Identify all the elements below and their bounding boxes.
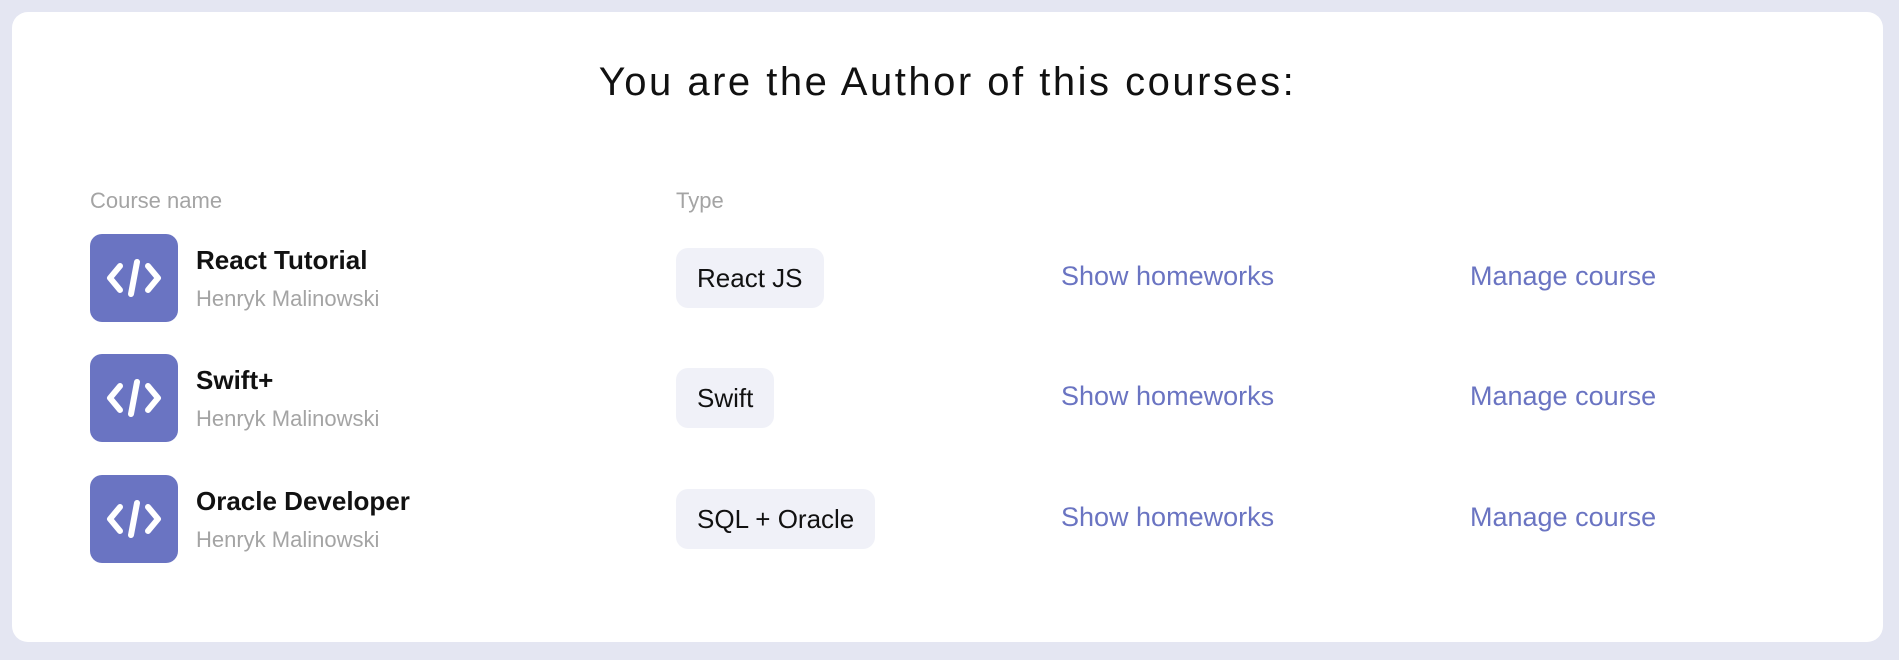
manage-course-link[interactable]: Manage course (1470, 261, 1656, 292)
code-icon (90, 234, 178, 322)
show-homeworks-link[interactable]: Show homeworks (1061, 502, 1274, 533)
manage-course-link[interactable]: Manage course (1470, 381, 1656, 412)
code-icon (90, 475, 178, 563)
column-header-type: Type (676, 188, 724, 213)
table-row: Oracle Developer Henryk Malinowski SQL +… (90, 475, 1790, 563)
course-author: Henryk Malinowski (196, 406, 380, 431)
course-title: Oracle Developer (196, 486, 410, 516)
course-title: Swift+ (196, 365, 274, 395)
column-header-course-name: Course name (90, 188, 223, 213)
show-homeworks-link[interactable]: Show homeworks (1061, 261, 1274, 292)
course-type-badge: Swift (676, 368, 775, 428)
course-author: Henryk Malinowski (196, 527, 380, 552)
course-title: React Tutorial (196, 245, 368, 275)
page-title: You are the Author of this courses: (598, 60, 1297, 104)
code-icon (90, 354, 178, 442)
table-row: React Tutorial Henryk Malinowski React J… (90, 234, 1790, 322)
manage-course-link[interactable]: Manage course (1470, 502, 1656, 533)
table-row: Swift+ Henryk Malinowski Swift Show home… (90, 354, 1790, 442)
courses-card: You are the Author of this courses: Cour… (12, 12, 1883, 642)
course-type-badge: React JS (676, 248, 824, 308)
course-type-badge: SQL + Oracle (676, 489, 876, 549)
course-author: Henryk Malinowski (196, 286, 380, 311)
show-homeworks-link[interactable]: Show homeworks (1061, 381, 1274, 412)
